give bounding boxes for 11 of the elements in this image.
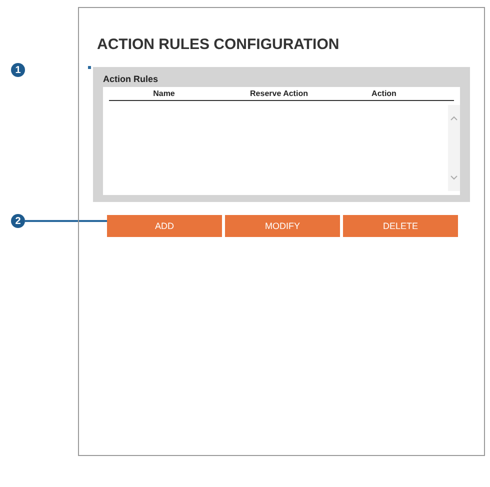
action-button[interactable]: DELETE [343, 215, 458, 237]
scroll-bar[interactable] [448, 105, 460, 191]
action-button[interactable]: ADD [107, 215, 222, 237]
column-header: Action [372, 89, 396, 98]
action-button[interactable]: MODIFY [225, 215, 340, 237]
page-title: ACTION RULES CONFIGURATION [97, 36, 340, 53]
callout-badge: 2 [11, 214, 25, 228]
column-header: Reserve Action [250, 89, 308, 98]
panel-title: Action Rules [103, 74, 158, 84]
column-header: Name [153, 89, 175, 98]
callout-badge: 1 [11, 63, 25, 77]
